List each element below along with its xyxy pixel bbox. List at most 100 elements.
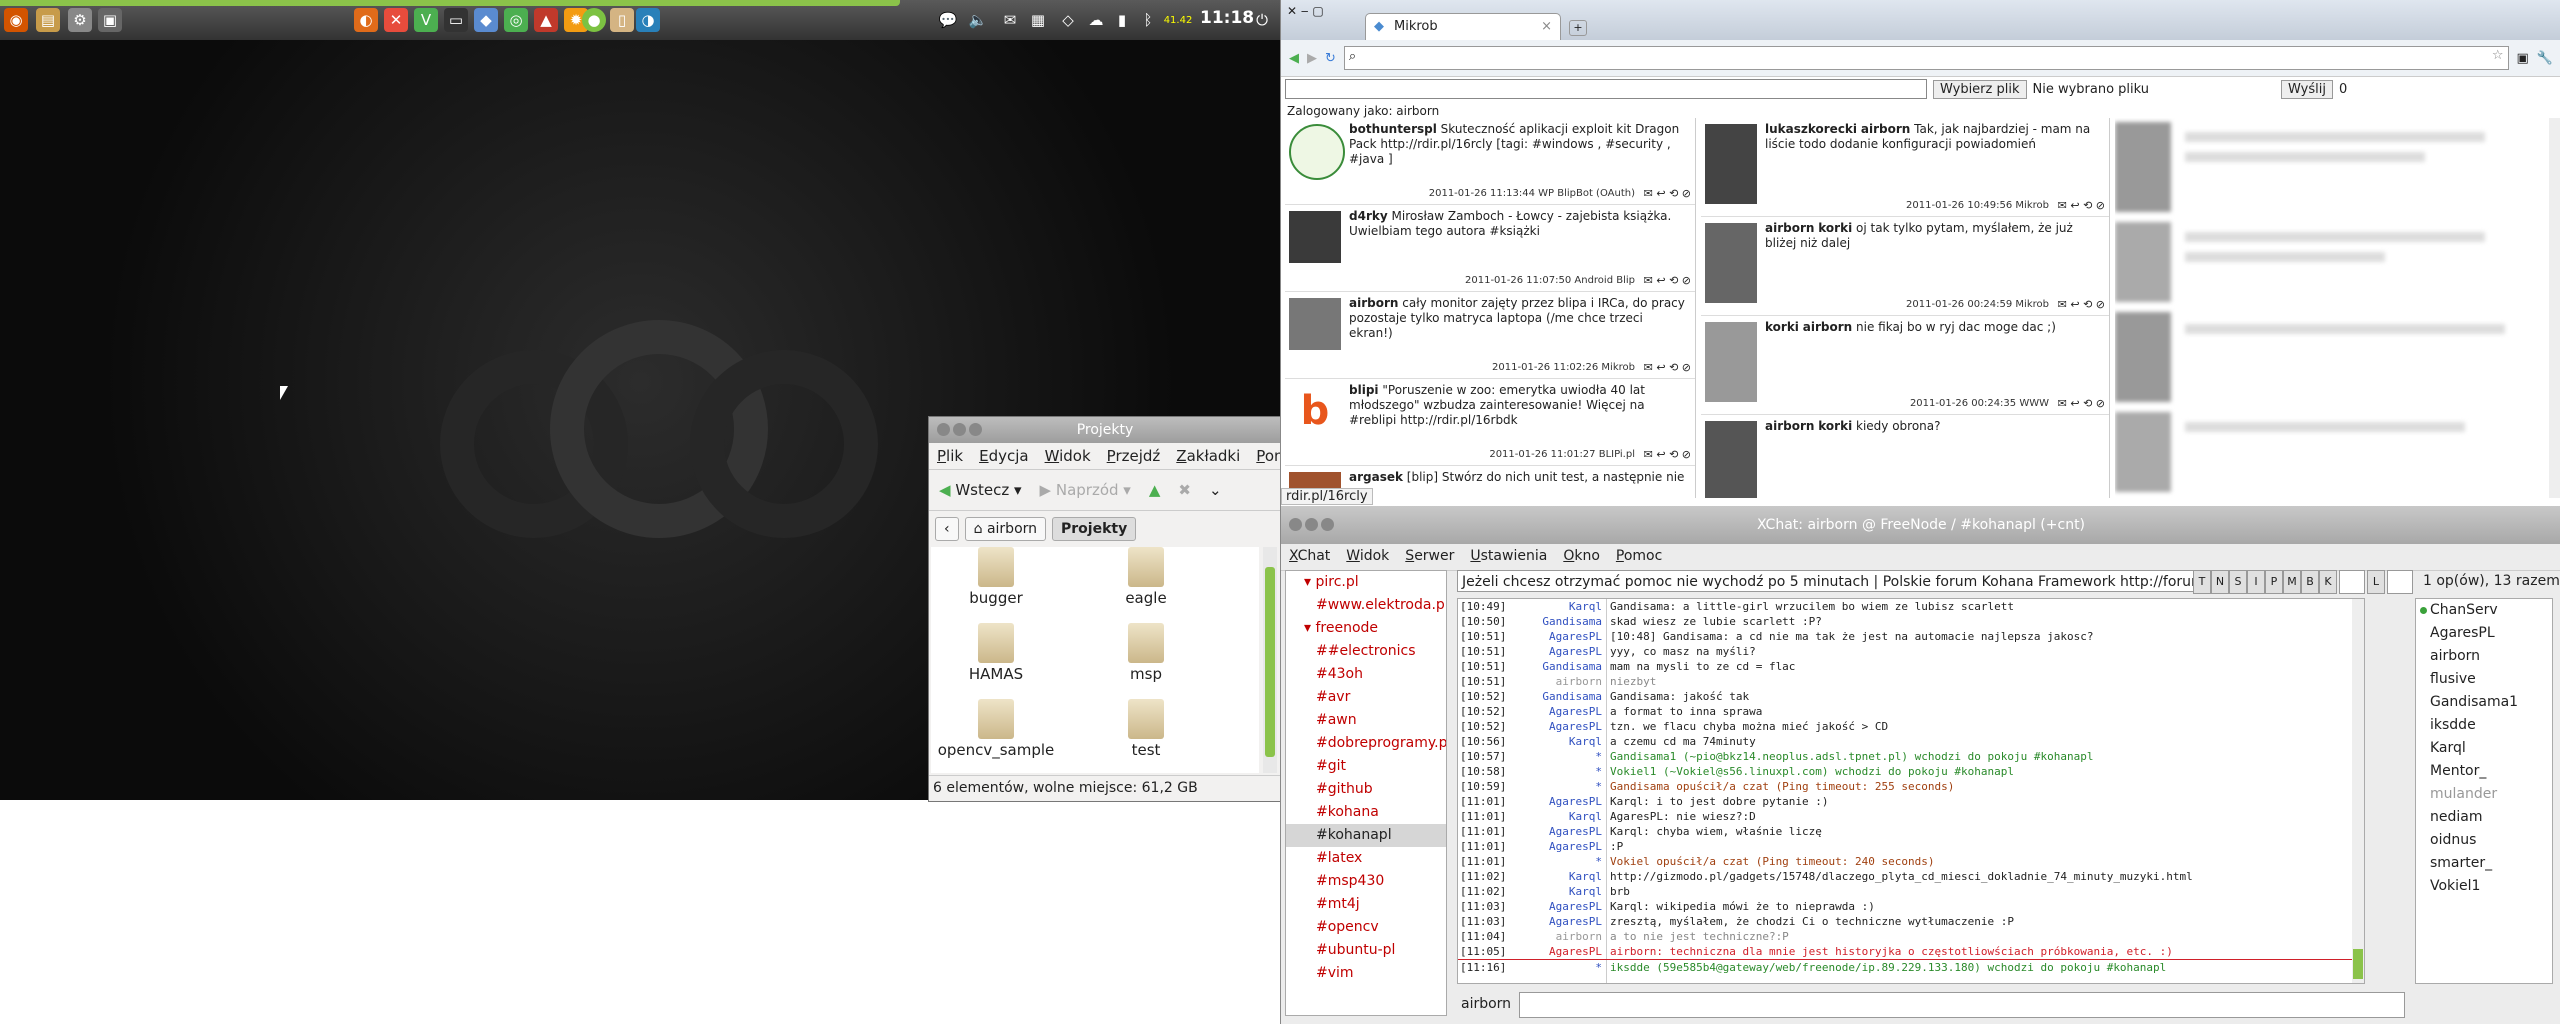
user-list-item[interactable]: smarter_: [2416, 852, 2552, 875]
post-user[interactable]: bothunterspl: [1349, 122, 1437, 136]
up-icon[interactable]: ▲: [1149, 481, 1161, 499]
user-list-item[interactable]: Vokiel1: [2416, 875, 2552, 898]
chat-nick[interactable]: AgaresPL: [1498, 794, 1602, 809]
channel-item[interactable]: #latex: [1286, 847, 1446, 870]
avatar[interactable]: [1705, 124, 1757, 204]
volume-icon[interactable]: 🔈: [966, 8, 990, 32]
post-actions-icon[interactable]: ✉ ↩ ⟲ ⊘: [1644, 186, 1691, 201]
breadcrumb-back-icon[interactable]: ‹: [935, 517, 959, 541]
channel-item-selected[interactable]: #kohanapl: [1286, 824, 1446, 847]
chat-nick[interactable]: AgaresPL: [1498, 914, 1602, 929]
folder-item[interactable]: bugger: [931, 547, 1061, 607]
post-recipient[interactable]: airborn: [1803, 320, 1852, 334]
app-icon[interactable]: ▲: [534, 8, 558, 32]
vim-icon[interactable]: V: [414, 8, 438, 32]
avatar[interactable]: [1705, 322, 1757, 402]
chat-nick[interactable]: AgaresPL: [1498, 824, 1602, 839]
places-icon[interactable]: ▤: [36, 8, 60, 32]
user-list-item[interactable]: Karql: [2416, 737, 2552, 760]
chat-nick[interactable]: *: [1498, 779, 1602, 794]
minimize-icon[interactable]: [953, 423, 966, 436]
menu-ustawienia[interactable]: Ustawienia: [1470, 548, 1547, 566]
expand-icon[interactable]: ▾: [1304, 574, 1311, 590]
new-tab-button[interactable]: +: [1569, 20, 1587, 36]
back-icon[interactable]: ◀: [1289, 51, 1299, 66]
post-user[interactable]: argasek: [1349, 470, 1403, 484]
mode-button[interactable]: L: [2367, 570, 2385, 594]
post-user[interactable]: airborn: [1349, 296, 1398, 310]
network-icon[interactable]: ◑: [636, 8, 660, 32]
menu-przejdz[interactable]: Przejdź: [1107, 447, 1161, 465]
folder-item[interactable]: HAMAS: [931, 623, 1061, 683]
extension-icon[interactable]: ▣: [2517, 51, 2529, 66]
send-button[interactable]: Wyślij: [2281, 79, 2333, 99]
status-icon[interactable]: ●: [582, 8, 606, 32]
server-item[interactable]: ▾ pirc.pl: [1286, 571, 1446, 594]
message-input[interactable]: [1519, 992, 2405, 1018]
back-button[interactable]: ◀ Wstecz ▾: [939, 481, 1022, 499]
mode-button[interactable]: I: [2247, 570, 2265, 594]
window-titlebar[interactable]: XChat: airborn @ FreeNode / #kohanapl (+…: [1281, 506, 2560, 544]
channel-item[interactable]: #awn: [1286, 709, 1446, 732]
stop-icon[interactable]: ✖: [1178, 481, 1191, 499]
scrollbar[interactable]: [2352, 599, 2364, 983]
user-list-item[interactable]: flusive: [2416, 668, 2552, 691]
user-list-item[interactable]: airborn: [2416, 645, 2552, 668]
scrollbar-thumb[interactable]: [1265, 567, 1275, 757]
channel-item[interactable]: ##electronics: [1286, 640, 1446, 663]
channel-item[interactable]: #opencv: [1286, 916, 1446, 939]
folder-item[interactable]: msp: [1081, 623, 1211, 683]
channel-item[interactable]: #git: [1286, 755, 1446, 778]
menu-okno[interactable]: Okno: [1563, 548, 1600, 566]
post-user[interactable]: d4rky: [1349, 209, 1388, 223]
scrollbar-thumb[interactable]: [2353, 949, 2363, 979]
ubuntu-menu-icon[interactable]: ◉: [4, 8, 28, 32]
user-list-item[interactable]: mulander: [2416, 783, 2552, 806]
chat-nick[interactable]: Karql: [1498, 869, 1602, 884]
breadcrumb-home[interactable]: ⌂ airborn: [964, 517, 1047, 541]
post-actions-icon[interactable]: ✉ ↩ ⟲ ⊘: [2058, 297, 2105, 312]
chat-nick[interactable]: *: [1498, 749, 1602, 764]
key-field[interactable]: [2387, 570, 2413, 594]
chat-nick[interactable]: *: [1498, 764, 1602, 779]
channel-item[interactable]: #www.elektroda.pl: [1286, 594, 1446, 617]
maximize-icon[interactable]: [1321, 518, 1334, 531]
chat-nick[interactable]: Karql: [1498, 599, 1602, 614]
mode-button[interactable]: T: [2193, 570, 2211, 594]
mode-button[interactable]: P: [2265, 570, 2283, 594]
star-icon[interactable]: ☆: [2492, 48, 2504, 63]
server-item[interactable]: ▾ freenode: [1286, 617, 1446, 640]
chat-nick[interactable]: Karql: [1498, 734, 1602, 749]
channel-item[interactable]: #mt4j: [1286, 893, 1446, 916]
avatar[interactable]: [1289, 211, 1341, 263]
limit-field[interactable]: [2339, 570, 2365, 594]
forward-button[interactable]: ▶ Naprzód ▾: [1040, 481, 1131, 499]
menu-widok[interactable]: Widok: [1045, 447, 1091, 465]
menu-widok[interactable]: Widok: [1346, 548, 1389, 566]
user-list-item[interactable]: iksdde: [2416, 714, 2552, 737]
chat-nick[interactable]: airborn: [1498, 929, 1602, 944]
mode-button[interactable]: M: [2283, 570, 2301, 594]
notification-icon[interactable]: 💬: [936, 8, 960, 32]
url-bar[interactable]: ⌕ ☆: [1343, 46, 2509, 70]
window-titlebar[interactable]: Projekty: [929, 417, 1281, 443]
chrome-icon[interactable]: ◎: [504, 8, 528, 32]
menu-edycja[interactable]: Edycja: [979, 447, 1029, 465]
user-list-item[interactable]: oidnus: [2416, 829, 2552, 852]
mode-button[interactable]: S: [2229, 570, 2247, 594]
folder-item[interactable]: eagle: [1081, 547, 1211, 607]
tool-icon[interactable]: ✕: [384, 8, 408, 32]
mode-button[interactable]: K: [2319, 570, 2337, 594]
avatar[interactable]: [1705, 223, 1757, 303]
chat-nick[interactable]: AgaresPL: [1498, 944, 1602, 959]
battery-icon[interactable]: ▮: [1110, 8, 1134, 32]
minimize-icon[interactable]: [1305, 518, 1318, 531]
tab-mikrob[interactable]: ◆ Mikrob ×: [1365, 13, 1561, 40]
post-user[interactable]: korki: [1765, 320, 1799, 334]
chat-nick[interactable]: Gandisama: [1498, 659, 1602, 674]
notes-icon[interactable]: ▯: [610, 8, 634, 32]
reload-icon[interactable]: ↻: [1325, 51, 1336, 66]
trash-icon[interactable]: ▣: [98, 8, 122, 32]
nick-button[interactable]: airborn: [1461, 996, 1511, 1012]
menu-plik[interactable]: Plik: [937, 447, 963, 465]
